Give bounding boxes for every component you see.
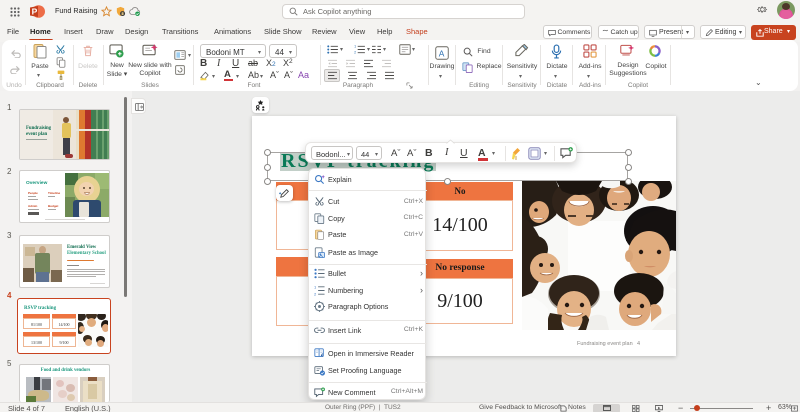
svg-text:A: A bbox=[439, 48, 445, 58]
svg-text:1: 1 bbox=[314, 285, 317, 289]
svg-text:2: 2 bbox=[314, 291, 317, 296]
svg-text:2: 2 bbox=[354, 51, 356, 54]
svg-text:P: P bbox=[32, 7, 38, 17]
svg-text:1: 1 bbox=[354, 45, 356, 49]
